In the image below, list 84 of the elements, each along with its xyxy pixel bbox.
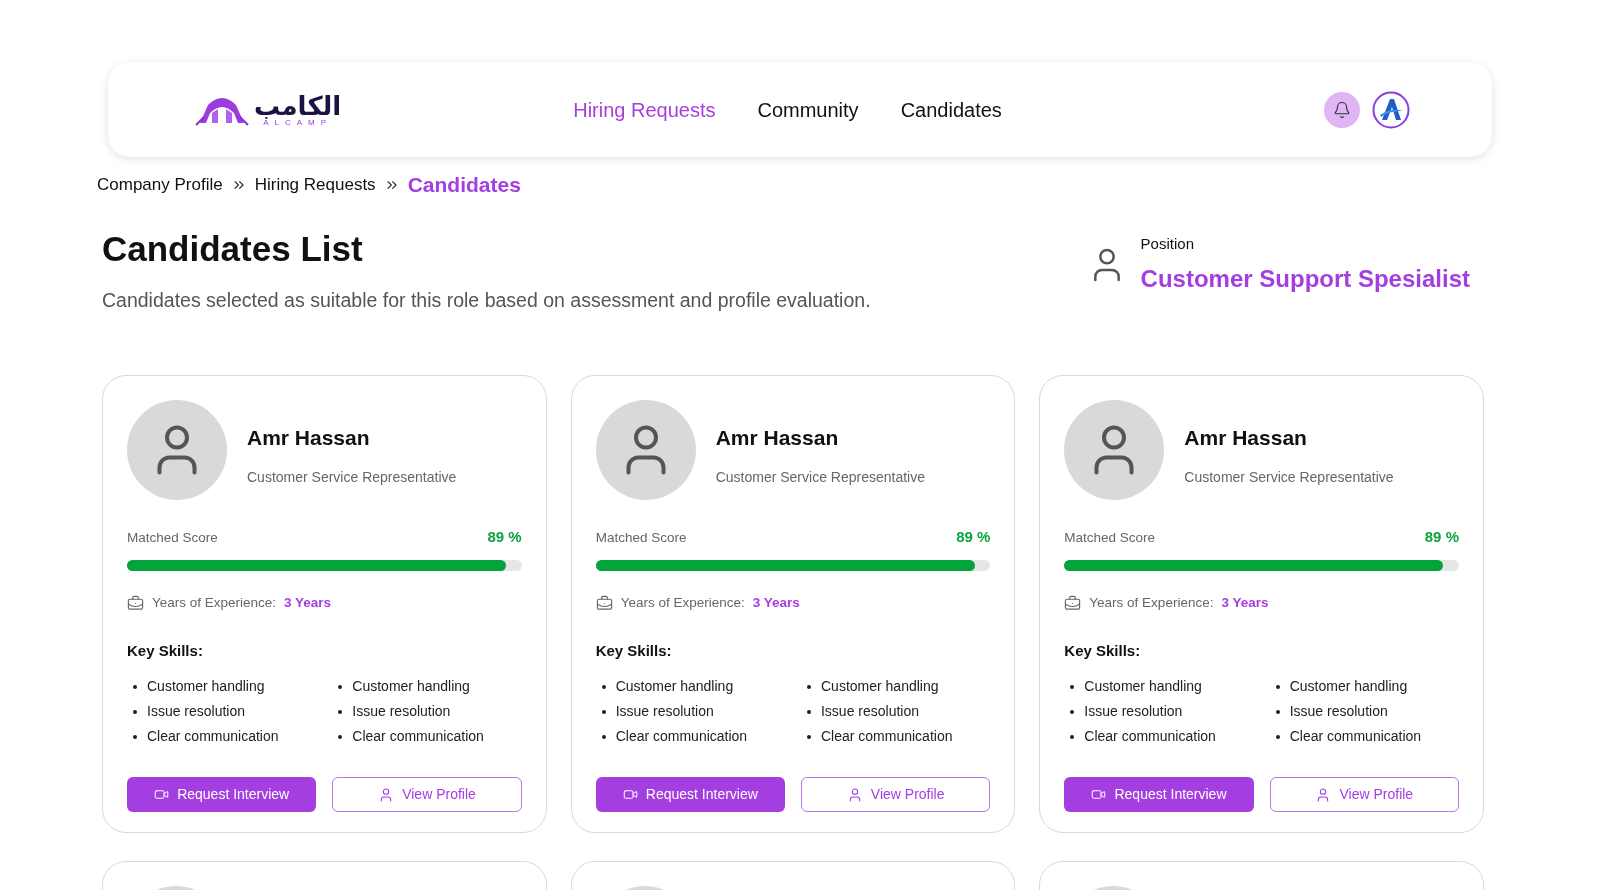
bullet-icon bbox=[807, 684, 811, 689]
briefcase-icon bbox=[127, 594, 144, 612]
experience-label: Years of Experience: bbox=[1089, 594, 1214, 613]
skill-item: Clear communication bbox=[821, 727, 953, 746]
bell-icon bbox=[1333, 100, 1351, 119]
briefcase-icon bbox=[595, 594, 613, 612]
view-profile-button[interactable]: View Profile bbox=[801, 777, 991, 812]
bullet-icon bbox=[338, 734, 343, 739]
bullet-icon bbox=[1275, 734, 1280, 739]
nav-link[interactable]: Community bbox=[757, 94, 859, 125]
bullet-icon bbox=[133, 709, 137, 714]
skill-item: Customer handling bbox=[147, 677, 265, 696]
breadcrumb-link[interactable]: Candidates bbox=[407, 169, 521, 201]
score-label: Matched Score bbox=[127, 529, 218, 547]
page-subtitle: Candidates selected as suitable for this role based on assessment and profile evaluation. bbox=[102, 287, 871, 313]
score-label: Matched Score bbox=[595, 529, 687, 547]
skill-item: Issue resolution bbox=[615, 702, 714, 721]
skill-item: Customer handling bbox=[352, 677, 470, 696]
experience-label: Years of Experience: bbox=[152, 594, 277, 613]
request-interview-button[interactable]: Request Interview bbox=[595, 777, 785, 812]
bullet-icon bbox=[1275, 709, 1280, 714]
skill-item: Issue resolution bbox=[1084, 702, 1183, 721]
skills-title: Key Skills: bbox=[595, 640, 673, 661]
bullet-icon bbox=[1070, 709, 1075, 714]
bullet-icon bbox=[601, 709, 606, 714]
skill-item: Customer handling bbox=[1084, 677, 1202, 696]
skill-item: Issue resolution bbox=[352, 702, 451, 721]
candidate-name: Amr Hassan bbox=[247, 424, 371, 451]
logo-latin-text: ALCAMP bbox=[263, 118, 333, 127]
briefcase-icon bbox=[1064, 594, 1082, 612]
score-label: Matched Score bbox=[1064, 529, 1156, 547]
bullet-icon bbox=[338, 709, 343, 714]
skills-title: Key Skills: bbox=[1064, 640, 1142, 661]
skill-item: Clear communication bbox=[147, 727, 279, 746]
skill-item: Issue resolution bbox=[821, 702, 920, 721]
bullet-icon bbox=[601, 684, 606, 689]
score-value: 89 % bbox=[487, 526, 522, 547]
bullet-icon bbox=[1275, 684, 1280, 689]
bullet-icon bbox=[133, 684, 137, 689]
score-value: 89 % bbox=[956, 526, 991, 547]
skill-item: Clear communication bbox=[352, 727, 484, 746]
video-icon bbox=[1091, 787, 1107, 802]
skills-title: Key Skills: bbox=[127, 640, 204, 661]
bullet-icon bbox=[1070, 684, 1075, 689]
request-interview-button[interactable]: Request Interview bbox=[127, 777, 317, 812]
view-profile-button[interactable]: View Profile bbox=[1269, 777, 1459, 812]
skill-item: Clear communication bbox=[1084, 727, 1216, 746]
skill-item: Issue resolution bbox=[147, 702, 246, 721]
nav-link[interactable]: Candidates bbox=[900, 94, 1002, 125]
page-title: Candidates List bbox=[102, 230, 364, 266]
position-label: Position bbox=[1140, 233, 1195, 254]
video-icon bbox=[622, 787, 638, 802]
bullet-icon bbox=[338, 684, 343, 689]
bullet-icon bbox=[807, 734, 811, 739]
candidate-role: Customer Service Representative bbox=[247, 468, 457, 488]
candidate-role: Customer Service Representative bbox=[1184, 468, 1394, 488]
logo-arabic-text: الكامب bbox=[254, 92, 342, 119]
breadcrumb-link[interactable]: Company Profile bbox=[97, 172, 223, 198]
experience-value: 3 Years bbox=[284, 594, 332, 613]
request-interview-button[interactable]: Request Interview bbox=[1064, 777, 1254, 812]
view-profile-button[interactable]: View Profile bbox=[332, 777, 522, 812]
experience-label: Years of Experience: bbox=[620, 594, 745, 613]
skill-item: Customer handling bbox=[615, 677, 734, 696]
skill-item: Clear communication bbox=[615, 727, 748, 746]
profile-avatar-icon[interactable] bbox=[1372, 90, 1410, 129]
candidate-role: Customer Service Representative bbox=[715, 468, 925, 488]
breadcrumb-link[interactable]: Hiring Requests bbox=[254, 172, 376, 198]
nav-link[interactable]: Hiring Requests bbox=[573, 94, 716, 125]
skill-item: Customer handling bbox=[1289, 677, 1408, 696]
candidate-name: Amr Hassan bbox=[1184, 424, 1308, 451]
video-icon bbox=[154, 787, 170, 802]
score-value: 89 % bbox=[1424, 526, 1459, 547]
notification-button[interactable] bbox=[1324, 91, 1360, 128]
skill-item: Customer handling bbox=[821, 677, 939, 696]
position-value: Customer Support Spesialist bbox=[1140, 264, 1470, 294]
skill-item: Issue resolution bbox=[1289, 702, 1388, 721]
experience-value: 3 Years bbox=[1221, 594, 1269, 613]
experience-value: 3 Years bbox=[752, 594, 800, 613]
candidate-name: Amr Hassan bbox=[715, 424, 840, 451]
bullet-icon bbox=[601, 734, 606, 739]
bullet-icon bbox=[133, 734, 137, 739]
bullet-icon bbox=[807, 709, 811, 714]
bullet-icon bbox=[1070, 734, 1075, 739]
skill-item: Clear communication bbox=[1289, 727, 1422, 746]
